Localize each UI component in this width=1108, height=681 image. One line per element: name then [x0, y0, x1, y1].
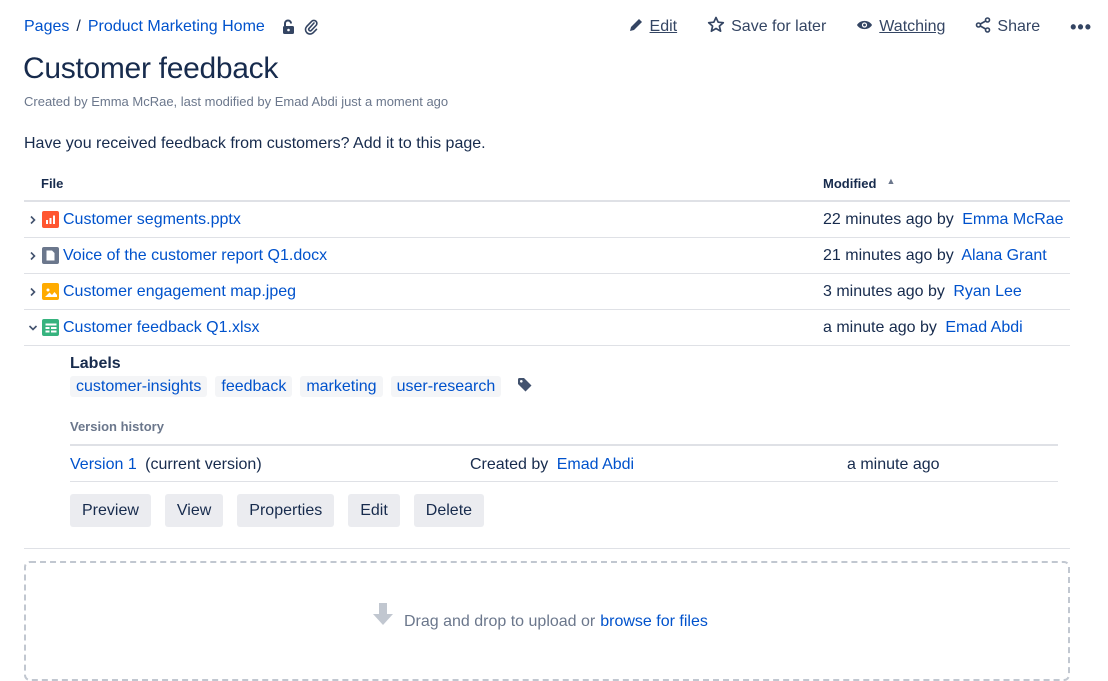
- created-by-cell: Created by Emad Abdi: [470, 456, 634, 474]
- modified-cell: 21 minutes ago by Alana Grant: [823, 247, 1047, 265]
- save-for-later-label: Save for later: [731, 18, 827, 35]
- user-link[interactable]: Emad Abdi: [945, 319, 1022, 336]
- labels-heading: Labels: [70, 355, 121, 372]
- dropzone-text: Drag and drop to upload or: [404, 612, 596, 630]
- browse-files-link[interactable]: browse for files: [600, 613, 708, 631]
- modified-cell: a minute ago by Emad Abdi: [823, 319, 1023, 337]
- breadcrumb: Pages / Product Marketing Home: [24, 18, 318, 36]
- page-byline: Created by Emma McRae, last modified by …: [24, 94, 449, 109]
- chevron-right-icon[interactable]: [24, 283, 41, 300]
- column-header-modified[interactable]: Modified ▲: [823, 176, 895, 191]
- download-arrow-icon: [372, 603, 394, 632]
- file-link[interactable]: Customer engagement map.jpeg: [63, 283, 296, 301]
- created-by-prefix: Created by: [470, 456, 549, 473]
- properties-button[interactable]: Properties: [237, 494, 335, 527]
- watching-button[interactable]: Watching: [856, 18, 945, 36]
- paperclip-icon[interactable]: [304, 19, 318, 35]
- share-icon: [975, 16, 997, 38]
- divider: [24, 548, 1070, 549]
- image-file-icon: [42, 283, 59, 300]
- labels-list: customer-insights feedback marketing use…: [70, 376, 533, 397]
- user-link[interactable]: Emma McRae: [962, 211, 1063, 228]
- sort-ascending-icon: ▲: [886, 176, 896, 186]
- preview-button[interactable]: Preview: [70, 494, 151, 527]
- share-label: Share: [997, 18, 1041, 35]
- presentation-file-icon: [42, 211, 59, 228]
- page-actions: Edit Save for later Watching Share •••: [598, 14, 1092, 40]
- more-actions-icon[interactable]: •••: [1070, 17, 1092, 38]
- version-time: a minute ago: [847, 456, 940, 473]
- created-by-user-link[interactable]: Emad Abdi: [557, 456, 634, 473]
- file-link[interactable]: Customer feedback Q1.xlsx: [63, 319, 260, 337]
- table-row: Customer engagement map.jpeg 3 minutes a…: [24, 274, 1070, 310]
- delete-button[interactable]: Delete: [413, 494, 485, 527]
- breadcrumb-parent-link[interactable]: Product Marketing Home: [88, 18, 265, 36]
- modified-time: 21 minutes ago by: [823, 246, 954, 264]
- chevron-down-icon[interactable]: [24, 319, 41, 336]
- pencil-icon: [628, 17, 650, 38]
- save-for-later-button[interactable]: Save for later: [707, 16, 826, 38]
- attachments-table: File Modified ▲ Customer segments.pptx 2…: [24, 166, 1070, 346]
- version-link[interactable]: Version 1: [70, 456, 137, 473]
- edit-button[interactable]: Edit: [628, 17, 678, 38]
- star-icon: [707, 16, 731, 38]
- chevron-right-icon[interactable]: [24, 211, 41, 228]
- document-file-icon: [42, 247, 59, 264]
- modified-time: 3 minutes ago by: [823, 282, 945, 300]
- version-history-row: Version 1 (current version) Created by E…: [70, 444, 1058, 482]
- page-intro-text: Have you received feedback from customer…: [24, 135, 486, 152]
- edit-labels-tag-icon[interactable]: [517, 377, 533, 397]
- modified-cell: 22 minutes ago by Emma McRae: [823, 211, 1064, 229]
- version-history-heading: Version history: [70, 419, 164, 434]
- label-chip[interactable]: user-research: [390, 376, 502, 397]
- label-chip[interactable]: customer-insights: [70, 376, 208, 397]
- modified-header-label: Modified: [823, 175, 877, 191]
- label-chip[interactable]: marketing: [300, 376, 383, 397]
- table-row: Customer feedback Q1.xlsx a minute ago b…: [24, 310, 1070, 346]
- breadcrumb-separator: /: [76, 18, 81, 35]
- eye-icon: [856, 18, 879, 36]
- view-button[interactable]: View: [164, 494, 224, 527]
- version-cell: Version 1 (current version): [70, 456, 262, 474]
- watching-label: Watching: [879, 18, 946, 35]
- breadcrumb-pages-link[interactable]: Pages: [24, 18, 69, 36]
- column-header-file[interactable]: File: [24, 176, 823, 191]
- file-link[interactable]: Voice of the customer report Q1.docx: [63, 247, 327, 265]
- label-chip[interactable]: feedback: [215, 376, 293, 397]
- edit-label: Edit: [649, 18, 678, 35]
- user-link[interactable]: Alana Grant: [961, 247, 1046, 264]
- table-header: File Modified ▲: [24, 166, 1070, 202]
- file-action-buttons: Preview View Properties Edit Delete: [70, 494, 498, 527]
- page-title: Customer feedback: [23, 52, 279, 85]
- spreadsheet-file-icon: [42, 319, 59, 336]
- user-link[interactable]: Ryan Lee: [953, 283, 1022, 300]
- modified-time: 22 minutes ago by: [823, 210, 954, 228]
- upload-dropzone[interactable]: Drag and drop to upload or browse for fi…: [24, 561, 1070, 681]
- share-button[interactable]: Share: [975, 16, 1041, 38]
- edit-file-button[interactable]: Edit: [348, 494, 400, 527]
- file-link[interactable]: Customer segments.pptx: [63, 211, 241, 229]
- chevron-right-icon[interactable]: [24, 247, 41, 264]
- modified-cell: 3 minutes ago by Ryan Lee: [823, 283, 1022, 301]
- header-bar: Pages / Product Marketing Home Edit Save…: [24, 14, 1092, 40]
- table-row: Customer segments.pptx 22 minutes ago by…: [24, 202, 1070, 238]
- unlock-icon[interactable]: [281, 19, 296, 35]
- version-suffix: (current version): [145, 456, 262, 473]
- modified-time: a minute ago by: [823, 318, 937, 336]
- dropzone-prompt: Drag and drop to upload or browse for fi…: [372, 603, 708, 636]
- table-row: Voice of the customer report Q1.docx 21 …: [24, 238, 1070, 274]
